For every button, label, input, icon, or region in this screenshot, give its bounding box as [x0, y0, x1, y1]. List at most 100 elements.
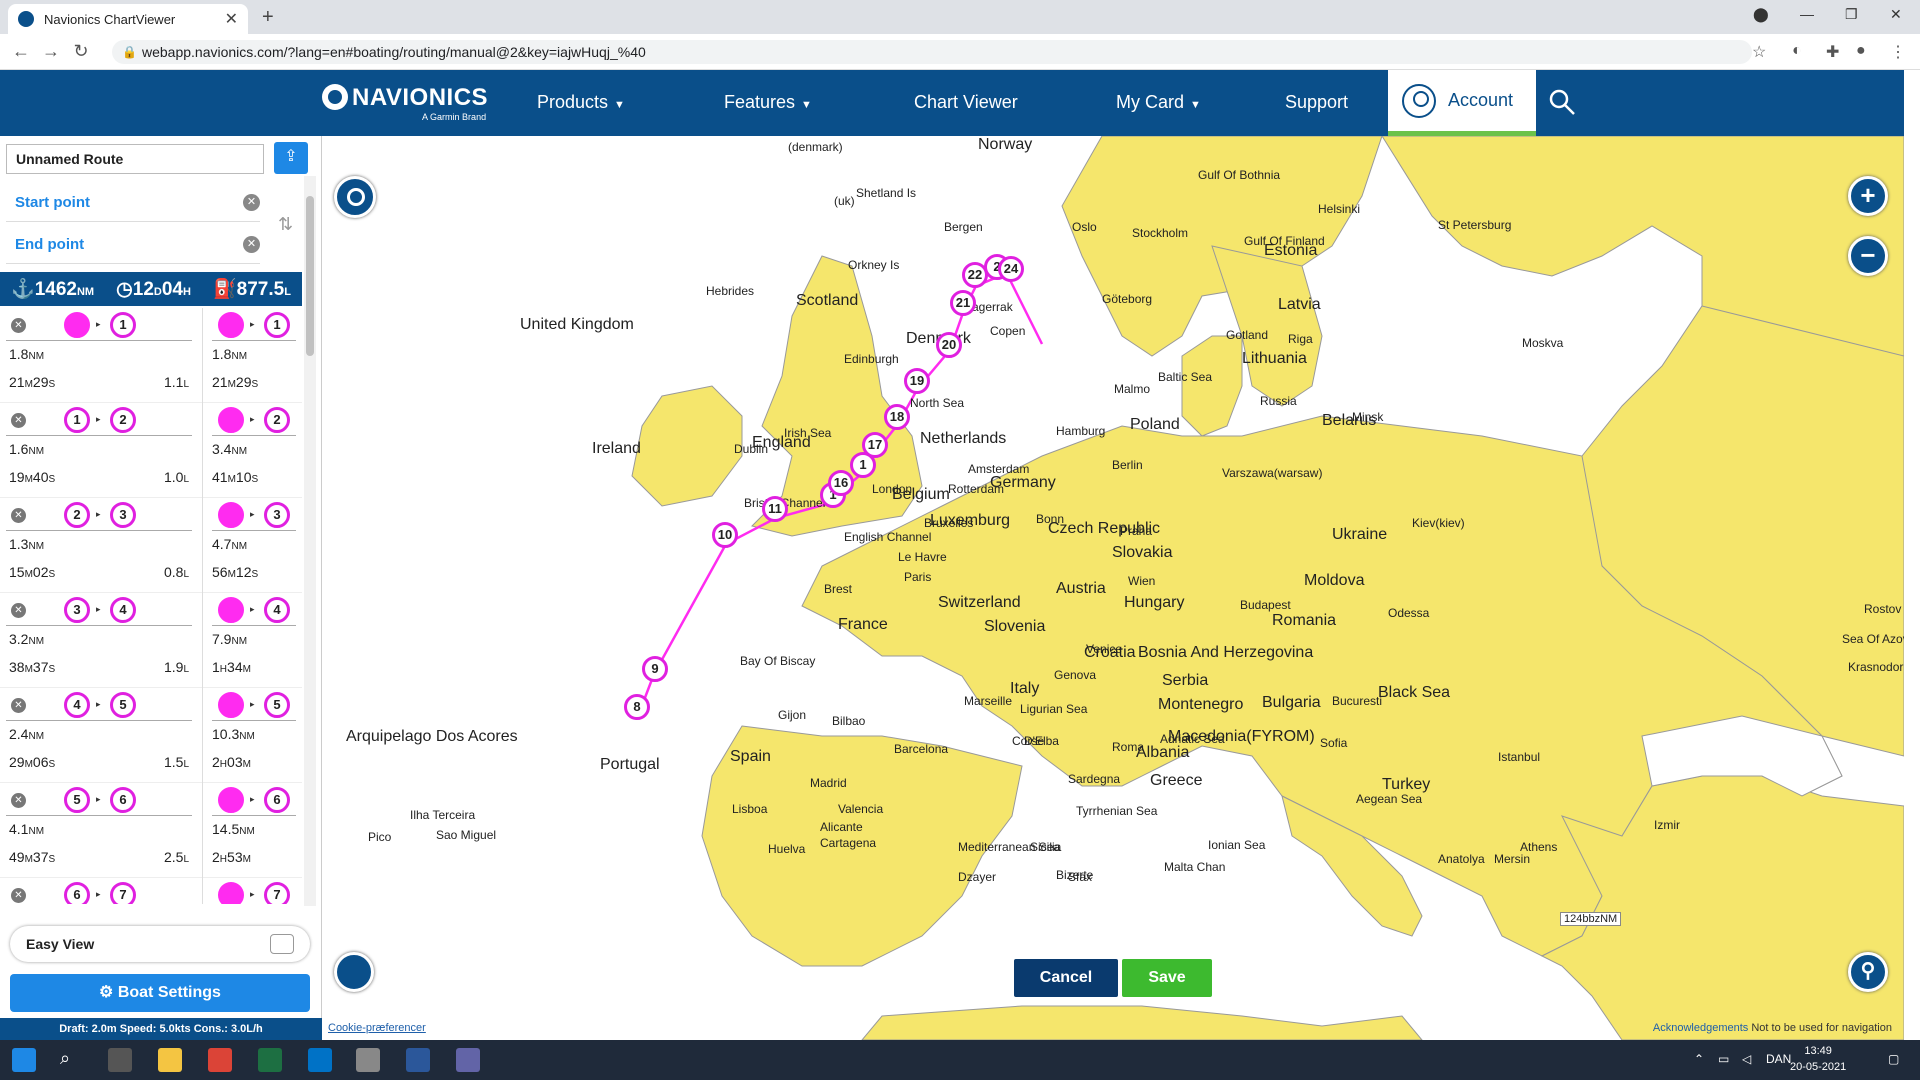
leg-time: 29M06S: [9, 754, 56, 770]
menu-dots-icon[interactable]: ⋮: [1890, 42, 1906, 62]
url-field[interactable]: 🔒 webapp.navionics.com/?lang=en#boating/…: [112, 40, 1752, 64]
remove-leg-icon[interactable]: ✕: [11, 793, 26, 808]
map-waypoint[interactable]: 17: [862, 432, 888, 458]
chevron-down-icon: ▼: [801, 99, 812, 111]
leg-row[interactable]: ✕ 2 ▸ 3 ▸ 3 1.3NM 15M02S 0.8L 4.7NM 56M1…: [0, 498, 302, 593]
clear-start-icon[interactable]: ✕: [243, 194, 260, 211]
remove-leg-icon[interactable]: ✕: [11, 888, 26, 903]
map-waypoint[interactable]: 10: [712, 522, 738, 548]
volume-icon[interactable]: ◁: [1742, 1052, 1751, 1066]
save-route-button[interactable]: Save: [1122, 959, 1212, 997]
system-clock[interactable]: 13:49 20-05-2021: [1790, 1043, 1846, 1075]
language-indicator[interactable]: DAN: [1766, 1052, 1791, 1066]
word-icon[interactable]: [406, 1048, 430, 1072]
profile-dropdown-icon[interactable]: ⬤: [1753, 6, 1769, 23]
bookmark-star-icon[interactable]: ☆: [1752, 42, 1766, 62]
profile-avatar-icon[interactable]: ●: [1856, 42, 1866, 60]
map-waypoint[interactable]: 21: [950, 290, 976, 316]
cancel-route-button[interactable]: Cancel: [1014, 959, 1118, 997]
reload-icon[interactable]: ↻: [66, 41, 96, 62]
map-waypoint[interactable]: 9: [642, 656, 668, 682]
navionics-logo[interactable]: NAVIONICS A Garmin Brand: [322, 84, 488, 122]
map-waypoint[interactable]: 8: [624, 694, 650, 720]
search-icon[interactable]: [1548, 88, 1576, 116]
notifications-icon[interactable]: ▢: [1888, 1052, 1899, 1066]
boat-settings-button[interactable]: ⚙ Boat Settings: [10, 974, 310, 1012]
map-search-button[interactable]: [334, 176, 376, 218]
search-icon[interactable]: ⌕: [60, 1048, 84, 1072]
compass-button[interactable]: [334, 952, 374, 992]
network-icon[interactable]: ▭: [1718, 1052, 1729, 1066]
leg-row[interactable]: ✕ 4 ▸ 5 ▸ 5 2.4NM 29M06S 1.5L 10.3NM 2H0…: [0, 688, 302, 783]
remove-leg-icon[interactable]: ✕: [11, 318, 26, 333]
map-waypoint[interactable]: 20: [936, 332, 962, 358]
waypoint-marker: 6: [64, 882, 90, 904]
tray-chevron-icon[interactable]: ⌃: [1694, 1052, 1704, 1066]
total-distance: ⚓1462NM: [11, 279, 95, 300]
window-close-icon[interactable]: ✕: [1890, 6, 1902, 23]
zoom-in-button[interactable]: +: [1848, 176, 1888, 216]
map-waypoint[interactable]: 11: [762, 496, 788, 522]
close-tab-icon[interactable]: ✕: [225, 9, 238, 29]
file-explorer-icon[interactable]: [158, 1048, 182, 1072]
clear-end-icon[interactable]: ✕: [243, 236, 260, 253]
map-waypoint[interactable]: 16: [828, 470, 854, 496]
leg-row[interactable]: ✕ ▸ 1 ▸ 1 1.8NM 21M29S 1.1L 1.8NM 21M29S: [0, 308, 302, 403]
nav-my-card[interactable]: My Card ▼: [1116, 92, 1201, 113]
nav-support[interactable]: Support: [1285, 92, 1348, 113]
browser-tab[interactable]: Navionics ChartViewer ✕: [8, 4, 248, 34]
arrow-right-icon: ▸: [250, 319, 255, 329]
minimize-icon[interactable]: —: [1800, 6, 1814, 22]
boat-info: Draft: 2.0m Speed: 5.0kts Cons.: 3.0L/h: [0, 1018, 322, 1040]
start-icon[interactable]: [12, 1048, 36, 1072]
place-label: Adriatic Sea: [1160, 732, 1225, 746]
leg-row[interactable]: ✕ 1 ▸ 2 ▸ 2 1.6NM 19M40S 1.0L 3.4NM 41M1…: [0, 403, 302, 498]
acknowledgements-link[interactable]: Acknowledgements: [1653, 1022, 1748, 1034]
remove-leg-icon[interactable]: ✕: [11, 698, 26, 713]
cookie-preferences-link[interactable]: Cookie-præferencer: [328, 1022, 426, 1034]
waypoint-marker: 7: [264, 882, 290, 904]
nav-chart-viewer[interactable]: Chart Viewer: [914, 92, 1018, 113]
chrome-icon[interactable]: [208, 1048, 232, 1072]
place-label: Sofia: [1320, 736, 1348, 750]
easy-view-checkbox[interactable]: [270, 934, 294, 954]
remove-leg-icon[interactable]: ✕: [11, 508, 26, 523]
leg-row[interactable]: ✕ 5 ▸ 6 ▸ 6 4.1NM 49M37S 2.5L 14.5NM 2H5…: [0, 783, 302, 878]
remove-leg-icon[interactable]: ✕: [11, 603, 26, 618]
legs-scrollbar[interactable]: [304, 176, 316, 906]
start-point-row[interactable]: Start point ✕: [6, 182, 260, 222]
teams-icon[interactable]: [456, 1048, 480, 1072]
route-name-input[interactable]: Unnamed Route: [6, 144, 264, 174]
map-waypoint[interactable]: 24: [998, 256, 1024, 282]
arrow-right-icon: ▸: [96, 699, 101, 709]
nav-products[interactable]: Products ▼: [537, 92, 625, 113]
outlook-icon[interactable]: [308, 1048, 332, 1072]
end-point-label: End point: [15, 236, 85, 253]
restore-icon[interactable]: ❐: [1845, 6, 1858, 23]
end-point-row[interactable]: End point ✕: [6, 224, 260, 264]
leg-row[interactable]: ✕ 3 ▸ 4 ▸ 4 3.2NM 38M37S 1.9L 7.9NM 1H34…: [0, 593, 302, 688]
back-icon[interactable]: ←: [6, 41, 36, 62]
extension-icon[interactable]: ◐: [1792, 42, 1802, 60]
remove-leg-icon[interactable]: ✕: [11, 413, 26, 428]
puzzle-icon[interactable]: ✚: [1826, 42, 1839, 62]
map-waypoint[interactable]: 18: [884, 404, 910, 430]
chart-map[interactable]: NorwayUnited KingdomScotlandDenmarkEston…: [322, 136, 1904, 1040]
leg-row[interactable]: ✕ 6 ▸ 7 ▸ 7: [0, 878, 302, 904]
new-tab-icon[interactable]: +: [262, 6, 274, 29]
share-route-button[interactable]: ⇪: [274, 142, 308, 174]
scrollbar-thumb[interactable]: [306, 196, 314, 356]
task-view-icon[interactable]: [108, 1048, 132, 1072]
easy-view-toggle[interactable]: Easy View: [10, 926, 310, 962]
nav-features[interactable]: Features ▼: [724, 92, 812, 113]
swap-points-icon[interactable]: ⇅: [278, 214, 293, 235]
excel-icon[interactable]: [258, 1048, 282, 1072]
map-waypoint[interactable]: 19: [904, 368, 930, 394]
country-label: Montenegro: [1158, 696, 1244, 713]
forward-icon[interactable]: →: [36, 41, 66, 62]
calculator-icon[interactable]: [356, 1048, 380, 1072]
user-location-button[interactable]: ⚲: [1848, 952, 1888, 992]
plus-icon: +: [1860, 180, 1876, 210]
zoom-out-button[interactable]: −: [1848, 236, 1888, 276]
account-button[interactable]: Account: [1388, 70, 1536, 136]
